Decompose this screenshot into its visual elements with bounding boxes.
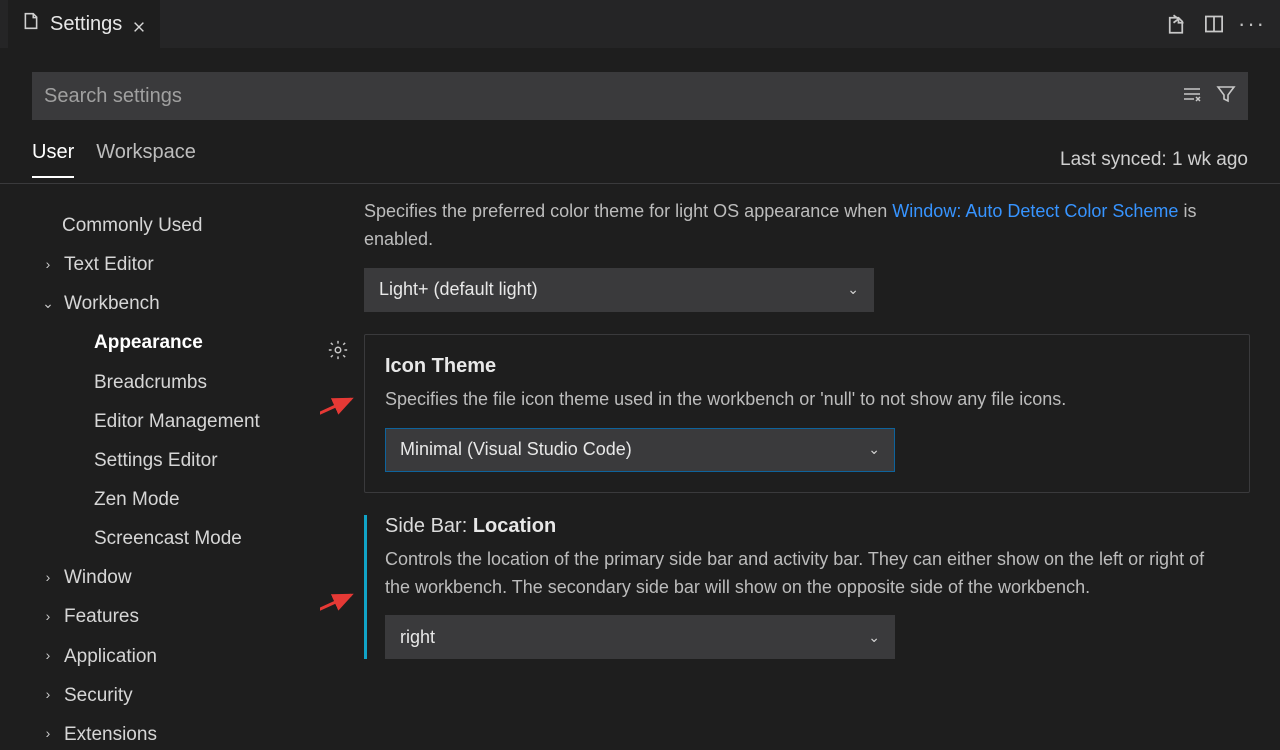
chevron-down-icon: ⌄ xyxy=(847,281,859,298)
settings-search[interactable] xyxy=(32,72,1248,120)
select-preferred-light-theme[interactable]: Light+ (default light) ⌄ xyxy=(364,268,874,312)
toc-item-label: Application xyxy=(64,639,157,674)
title-prefix: Side Bar: xyxy=(385,515,473,537)
toc-item-label: Features xyxy=(64,599,139,634)
file-icon xyxy=(22,12,40,36)
scope-tab-user[interactable]: User xyxy=(32,141,74,178)
tab-actions: ··· xyxy=(1166,14,1272,34)
setting-title: Side Bar: Location xyxy=(385,515,1250,538)
tab-title: Settings xyxy=(50,13,122,36)
select-value: Minimal (Visual Studio Code) xyxy=(400,439,632,460)
setting-description: Specifies the preferred color theme for … xyxy=(364,198,1204,254)
toc-item-label: Security xyxy=(64,678,133,713)
setting-description: Specifies the file icon theme used in th… xyxy=(385,386,1225,414)
toc-item-screencast-mode[interactable]: Screencast Mode xyxy=(28,519,320,558)
settings-toc: Commonly Used › Text Editor ⌄ WorkbenchAppea… xyxy=(0,198,320,750)
scope-tabs: User Workspace xyxy=(32,141,196,178)
more-actions-icon[interactable]: ··· xyxy=(1242,14,1262,34)
toc-item-window[interactable]: › Window xyxy=(28,558,320,597)
chevron-down-icon: ⌄ xyxy=(868,629,880,646)
toc-item-settings-editor[interactable]: Settings Editor xyxy=(28,441,320,480)
title-name: Icon Theme xyxy=(385,355,496,377)
annotation-arrow xyxy=(320,393,363,423)
gear-icon[interactable] xyxy=(327,339,349,366)
select-value: right xyxy=(400,627,435,648)
close-icon[interactable] xyxy=(132,17,146,31)
scope-tab-workspace[interactable]: Workspace xyxy=(96,141,196,178)
setting-sidebar-location: Side Bar: Location Controls the location… xyxy=(364,515,1250,660)
chevron-right-icon: › xyxy=(42,604,54,630)
clear-filter-icon[interactable] xyxy=(1182,84,1202,109)
toc-item-label: Window xyxy=(64,560,132,595)
toc-item-application[interactable]: › Application xyxy=(28,637,320,676)
settings-search-row xyxy=(0,48,1280,130)
chevron-right-icon: › xyxy=(42,252,54,278)
chevron-right-icon: › xyxy=(42,643,54,669)
toc-item-zen-mode[interactable]: Zen Mode xyxy=(28,480,320,519)
toc-item-breadcrumbs[interactable]: Breadcrumbs xyxy=(28,363,320,402)
toc-item-extensions[interactable]: › Extensions xyxy=(28,715,320,750)
toc-item-editor-management[interactable]: Editor Management xyxy=(28,402,320,441)
toc-item-features[interactable]: › Features xyxy=(28,597,320,636)
select-icon-theme[interactable]: Minimal (Visual Studio Code) ⌄ xyxy=(385,428,895,472)
setting-preferred-light-theme: Specifies the preferred color theme for … xyxy=(364,198,1250,312)
tab-settings[interactable]: Settings xyxy=(8,0,160,48)
toc-item-workbench[interactable]: ⌄ Workbench xyxy=(28,284,320,323)
toc-item-label: Workbench xyxy=(64,286,160,321)
title-name: Location xyxy=(473,515,556,537)
filter-icon[interactable] xyxy=(1216,84,1236,109)
select-sidebar-location[interactable]: right ⌄ xyxy=(385,615,895,659)
tab-group: Settings xyxy=(8,0,160,48)
chevron-down-icon: ⌄ xyxy=(42,291,54,317)
settings-body: Commonly Used › Text Editor ⌄ WorkbenchAppea… xyxy=(0,184,1280,750)
chevron-down-icon: ⌄ xyxy=(868,441,880,458)
toc-item-text-editor[interactable]: › Text Editor xyxy=(28,245,320,284)
setting-description: Controls the location of the primary sid… xyxy=(385,546,1225,602)
open-changes-icon[interactable] xyxy=(1166,14,1186,34)
search-actions xyxy=(1182,84,1236,109)
toc-item-commonly-used[interactable]: Commonly Used xyxy=(28,206,320,245)
toc-item-label: Extensions xyxy=(64,717,157,750)
settings-scope-row: User Workspace Last synced: 1 wk ago xyxy=(0,130,1280,184)
chevron-right-icon: › xyxy=(42,721,54,747)
toc-item-label: Text Editor xyxy=(64,247,154,282)
search-input[interactable] xyxy=(44,85,1182,108)
chevron-right-icon: › xyxy=(42,565,54,591)
annotation-arrow xyxy=(320,589,363,619)
chevron-right-icon: › xyxy=(42,682,54,708)
sync-status: Last synced: 1 wk ago xyxy=(1060,149,1248,171)
split-editor-icon[interactable] xyxy=(1204,14,1224,34)
toc-item-appearance[interactable]: Appearance xyxy=(28,323,320,362)
editor-tab-bar: Settings ··· xyxy=(0,0,1280,48)
setting-icon-theme: Icon Theme Specifies the file icon theme… xyxy=(364,334,1250,493)
settings-content: Specifies the preferred color theme for … xyxy=(320,198,1280,750)
link-auto-detect-color-scheme[interactable]: Window: Auto Detect Color Scheme xyxy=(892,201,1178,221)
setting-title: Icon Theme xyxy=(385,355,1229,378)
desc-text: Specifies the preferred color theme for … xyxy=(364,201,892,221)
toc-item-security[interactable]: › Security xyxy=(28,676,320,715)
select-value: Light+ (default light) xyxy=(379,279,538,300)
